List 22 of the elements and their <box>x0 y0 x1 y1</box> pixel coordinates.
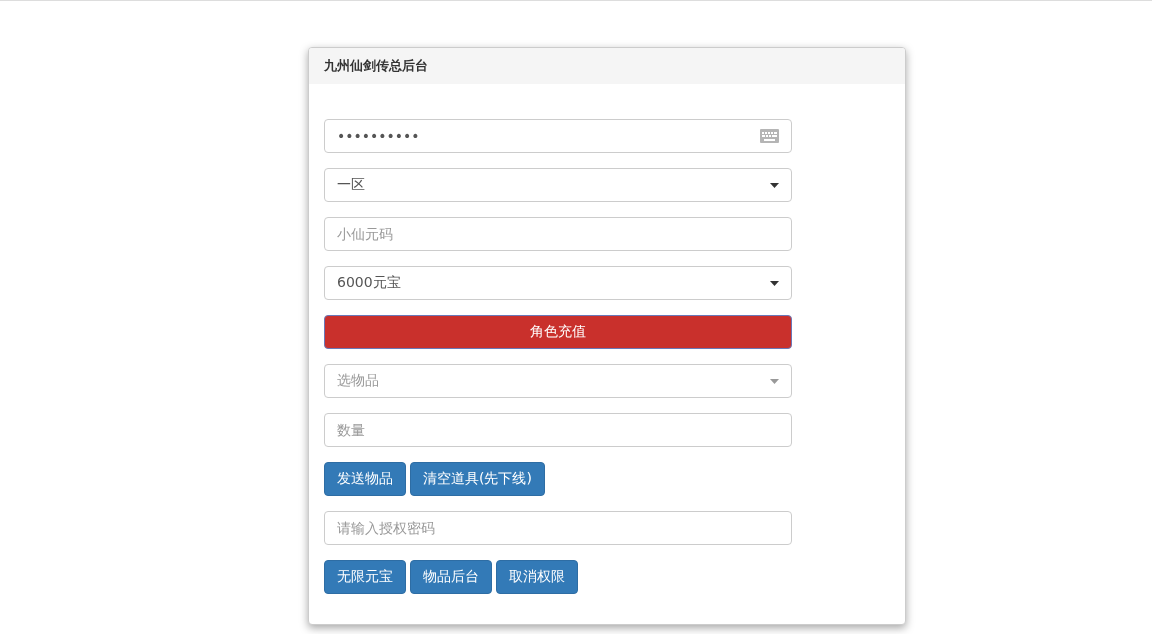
action-button[interactable]: 发送物品 <box>324 462 406 496</box>
action-button[interactable]: 无限元宝 <box>324 560 406 594</box>
recharge-button[interactable]: 角色充值 <box>324 315 792 349</box>
caret-icon <box>770 280 779 286</box>
dropdown-value: 一区 <box>337 176 365 194</box>
dropdown[interactable]: 选物品 <box>324 364 792 398</box>
keyboard-icon[interactable] <box>760 129 779 143</box>
input-field[interactable]: 数量 <box>324 413 792 447</box>
action-button[interactable]: 清空道具(先下线) <box>410 462 545 496</box>
panel-title: 九州仙剑传总后台 <box>324 57 428 75</box>
caret-icon <box>770 378 779 384</box>
caret-icon <box>770 182 779 188</box>
input-field[interactable]: 请输入授权密码 <box>324 511 792 545</box>
dropdown-placeholder: 选物品 <box>337 372 379 390</box>
dropdown[interactable]: 一区 <box>324 168 792 202</box>
input-field[interactable]: 小仙元码 <box>324 217 792 251</box>
password-field[interactable]: •••••••••• <box>324 119 792 153</box>
dropdown-value: 6000元宝 <box>337 274 401 292</box>
action-button[interactable]: 取消权限 <box>496 560 578 594</box>
password-value: •••••••••• <box>337 128 420 144</box>
dropdown[interactable]: 6000元宝 <box>324 266 792 300</box>
action-button[interactable]: 物品后台 <box>410 560 492 594</box>
